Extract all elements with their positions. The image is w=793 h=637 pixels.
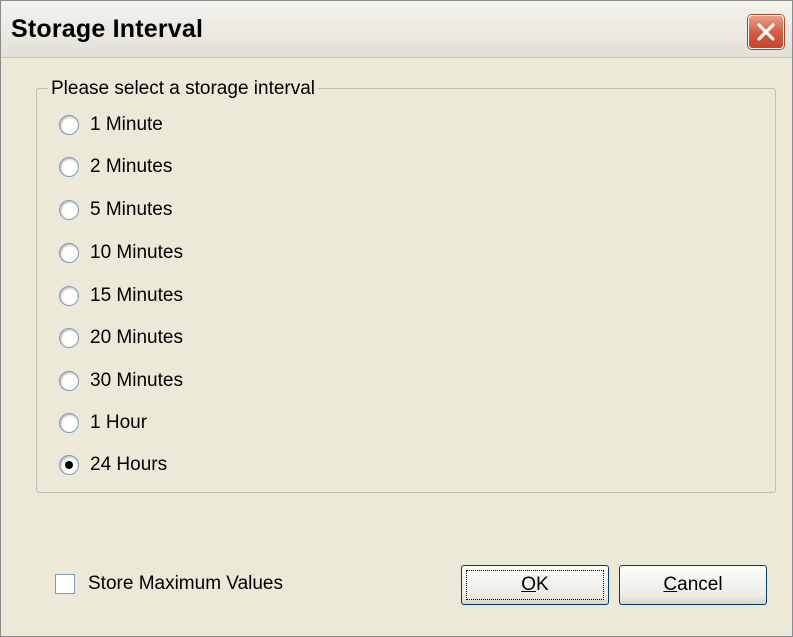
radio-label: 1 Minute — [90, 114, 163, 135]
focus-rectangle — [466, 570, 604, 600]
radio-button-icon[interactable] — [59, 243, 79, 263]
radio-24-hours[interactable]: 24 Hours — [59, 452, 167, 478]
radio-button-icon[interactable] — [59, 157, 79, 177]
checkbox-label: Store Maximum Values — [88, 573, 283, 594]
radio-10-minutes[interactable]: 10 Minutes — [59, 240, 183, 266]
radio-label: 20 Minutes — [90, 327, 183, 348]
cancel-button[interactable]: Cancel — [619, 565, 767, 605]
radio-button-icon[interactable] — [59, 200, 79, 220]
cancel-mnemonic: C — [663, 574, 678, 595]
radio-label: 15 Minutes — [90, 285, 183, 306]
radio-label: 5 Minutes — [90, 199, 173, 220]
ok-button[interactable]: OK — [461, 565, 609, 605]
checkbox-icon[interactable] — [55, 574, 75, 594]
radio-1-minute[interactable]: 1 Minute — [59, 112, 163, 138]
dialog-title: Storage Interval — [11, 15, 204, 43]
radio-label: 24 Hours — [90, 454, 168, 475]
radio-button-icon[interactable] — [59, 371, 79, 391]
cancel-button-label: Cancel — [663, 574, 722, 596]
radio-button-icon[interactable] — [59, 115, 79, 135]
radio-1-hour[interactable]: 1 Hour — [59, 410, 147, 436]
store-maximum-values-checkbox[interactable]: Store Maximum Values — [55, 573, 283, 595]
radio-30-minutes[interactable]: 30 Minutes — [59, 368, 183, 394]
radio-button-icon[interactable] — [59, 328, 79, 348]
radio-15-minutes[interactable]: 15 Minutes — [59, 283, 183, 309]
radio-20-minutes[interactable]: 20 Minutes — [59, 325, 183, 351]
radio-label: 10 Minutes — [90, 242, 183, 263]
close-button[interactable] — [748, 15, 784, 49]
radio-label: 1 Hour — [90, 412, 148, 433]
storage-interval-groupbox: Please select a storage interval 1 Minut… — [36, 78, 776, 493]
radio-2-minutes[interactable]: 2 Minutes — [59, 154, 172, 180]
radio-label: 2 Minutes — [90, 156, 173, 177]
radio-button-icon[interactable] — [59, 413, 79, 433]
title-bar[interactable]: Storage Interval — [1, 1, 792, 58]
radio-button-selected-icon[interactable] — [59, 455, 79, 475]
radio-button-icon[interactable] — [59, 286, 79, 306]
dialog-window: Storage Interval Please select a storage… — [0, 0, 793, 637]
dialog-client-area: Please select a storage interval 1 Minut… — [9, 59, 784, 628]
radio-label: 30 Minutes — [90, 370, 183, 391]
cancel-label-rest: ancel — [677, 574, 723, 595]
close-icon — [757, 23, 775, 41]
radio-5-minutes[interactable]: 5 Minutes — [59, 197, 172, 223]
groupbox-legend: Please select a storage interval — [48, 78, 319, 100]
